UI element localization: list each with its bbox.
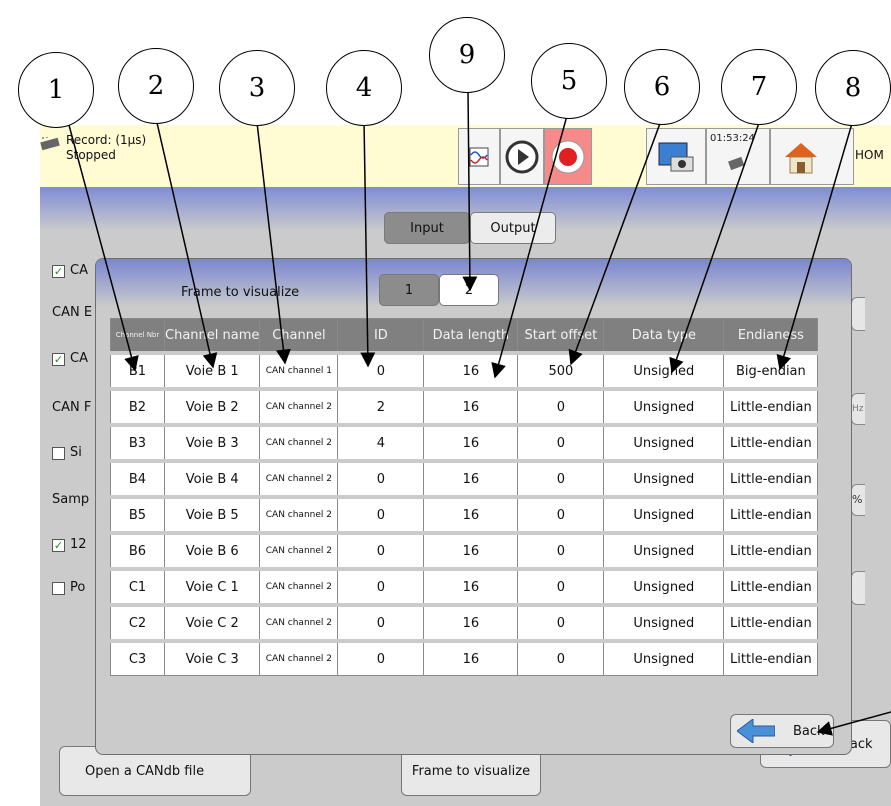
- callout-6: 6: [624, 49, 700, 125]
- callout-2: 2: [118, 48, 194, 124]
- callout-5: 5: [531, 43, 607, 119]
- callout-8: 8: [815, 50, 891, 126]
- callout-9: 9: [429, 17, 505, 93]
- callout-7: 7: [721, 49, 797, 125]
- callout-3: 3: [219, 50, 295, 126]
- callout-1: 1: [18, 52, 94, 128]
- callout-4: 4: [326, 50, 402, 126]
